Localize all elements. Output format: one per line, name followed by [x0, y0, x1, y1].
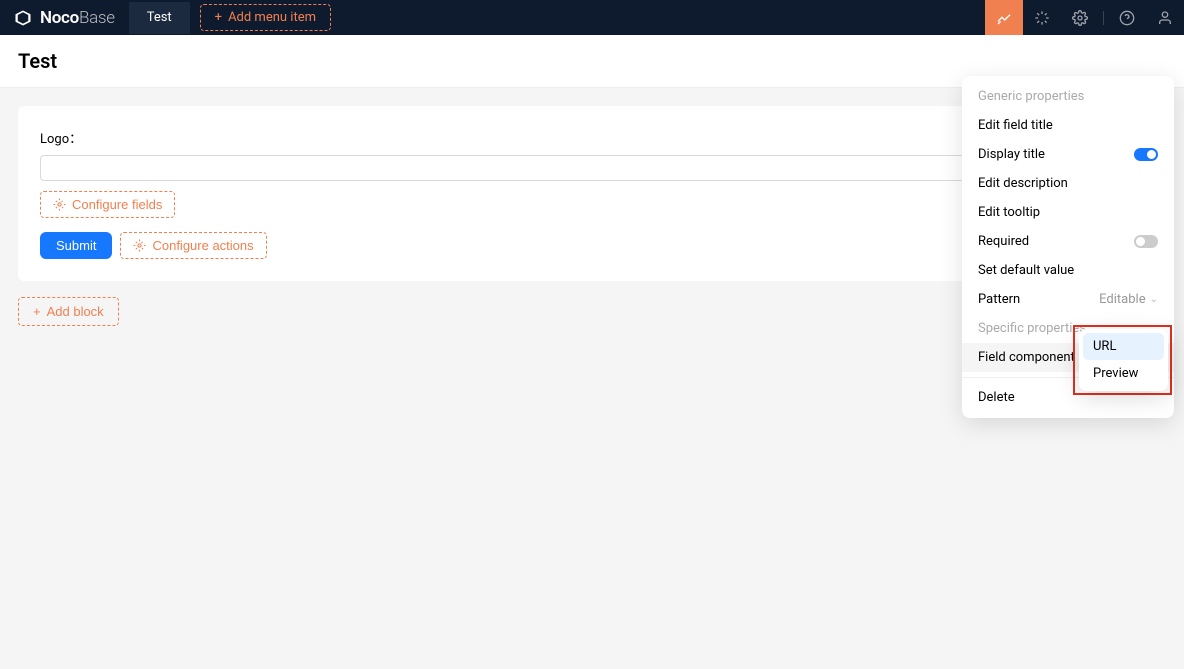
add-block-label: Add block — [47, 304, 104, 319]
pattern-select[interactable]: Pattern Editable⌄ — [962, 285, 1174, 314]
configure-actions-button[interactable]: Configure actions — [120, 232, 266, 259]
design-mode-button[interactable] — [985, 0, 1023, 35]
configure-actions-label: Configure actions — [152, 238, 253, 253]
add-block-button[interactable]: + Add block — [18, 297, 119, 326]
divider — [1103, 11, 1104, 25]
pencil-ruler-icon — [996, 10, 1012, 26]
add-menu-item-button[interactable]: + Add menu item — [200, 4, 331, 31]
add-menu-label: Add menu item — [228, 10, 316, 25]
switch-off-icon[interactable] — [1134, 235, 1158, 248]
dropdown-option-preview[interactable]: Preview — [1083, 360, 1164, 387]
user-button[interactable] — [1146, 0, 1184, 35]
submit-button[interactable]: Submit — [40, 232, 112, 259]
set-default-value[interactable]: Set default value — [962, 256, 1174, 285]
page-title: Test — [18, 49, 1166, 73]
form-card: Logo： Configure fields Submit Configure … — [18, 106, 1166, 281]
required-toggle[interactable]: Required — [962, 227, 1174, 256]
logo-text: NocoBase — [40, 8, 115, 28]
switch-on-icon[interactable] — [1134, 148, 1158, 161]
plugin-button[interactable] — [1023, 0, 1061, 35]
logo[interactable]: NocoBase — [0, 8, 129, 28]
display-title-toggle[interactable]: Display title — [962, 140, 1174, 169]
settings-button[interactable] — [1061, 0, 1099, 35]
chevron-down-icon: ⌄ — [1150, 294, 1158, 305]
dropdown-option-url[interactable]: URL — [1083, 333, 1164, 360]
edit-field-title[interactable]: Edit field title — [962, 111, 1174, 140]
user-icon — [1157, 10, 1173, 26]
plus-icon: + — [215, 10, 222, 25]
gear-icon — [133, 239, 146, 252]
configure-fields-label: Configure fields — [72, 197, 162, 212]
gear-icon — [53, 198, 66, 211]
help-button[interactable] — [1108, 0, 1146, 35]
section-generic: Generic properties — [962, 82, 1174, 111]
edit-tooltip[interactable]: Edit tooltip — [962, 198, 1174, 227]
field-component-dropdown: URL Preview — [1079, 329, 1168, 391]
help-icon — [1119, 10, 1135, 26]
gear-icon — [1072, 10, 1088, 26]
logo-icon — [14, 9, 32, 27]
plus-icon: + — [33, 304, 41, 319]
main-header: NocoBase Test + Add menu item — [0, 0, 1184, 35]
plugin-icon — [1034, 10, 1050, 26]
configure-fields-button[interactable]: Configure fields — [40, 191, 175, 218]
field-settings-popover: Generic properties Edit field title Disp… — [962, 76, 1174, 418]
nav-tab-test[interactable]: Test — [129, 2, 190, 34]
edit-description[interactable]: Edit description — [962, 169, 1174, 198]
